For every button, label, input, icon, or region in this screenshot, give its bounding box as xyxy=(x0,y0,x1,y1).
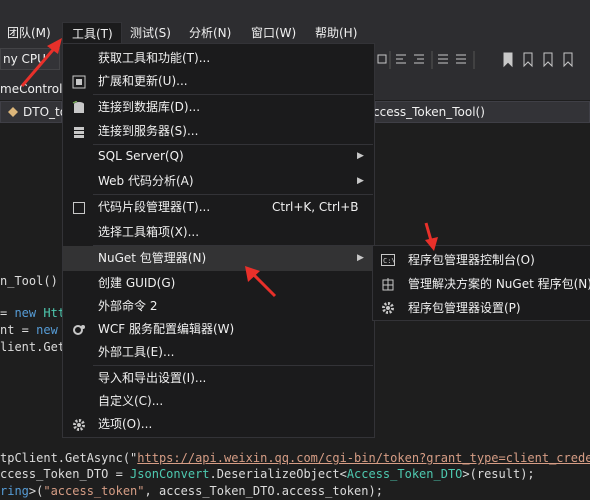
submenu-item-manage-packages[interactable]: 管理解决方案的 NuGet 程序包(N)... xyxy=(373,272,590,296)
bookmark-next-icon xyxy=(543,52,553,68)
tools-menu: 获取工具和功能(T)... 扩展和更新(U)... 连接到数据库(D)... 连… xyxy=(62,43,375,438)
method-dropdown[interactable]: ccess_Token_Tool() xyxy=(373,101,590,123)
svg-text:C:\: C:\ xyxy=(383,257,395,265)
menu-item-external-tools[interactable]: 外部工具(E)... xyxy=(63,340,374,365)
menu-item-nuget[interactable]: NuGet 包管理器(N) ▶ xyxy=(63,246,374,271)
menu-analyze[interactable]: 分析(N) xyxy=(189,22,231,44)
menu-item-options[interactable]: 选项(O)... xyxy=(63,412,374,437)
submenu-item-settings[interactable]: 程序包管理器设置(P) xyxy=(373,296,590,320)
align-right-icon xyxy=(414,54,424,64)
submenu-arrow-icon: ▶ xyxy=(357,151,364,161)
menu-help[interactable]: 帮助(H) xyxy=(315,22,357,44)
method-label: ccess_Token_Tool() xyxy=(373,105,485,119)
database-icon xyxy=(72,101,84,113)
menu-bar: 团队(M) 工具(T) 测试(S) 分析(N) 窗口(W) 帮助(H) xyxy=(0,22,590,44)
submenu-item-console[interactable]: C:\ 程序包管理器控制台(O) xyxy=(373,248,590,272)
submenu-arrow-icon: ▶ xyxy=(357,176,364,186)
server-icon xyxy=(74,127,84,138)
menu-item-import-export[interactable]: 导入和导出设置(I)... xyxy=(63,366,374,391)
bookmark-prev-icon xyxy=(523,52,533,68)
menu-item-wcf-editor[interactable]: WCF 服务配置编辑器(W) xyxy=(63,317,374,342)
comment-icon xyxy=(438,54,448,64)
platform-value: ny CPU xyxy=(3,52,46,66)
menu-item-get-tools[interactable]: 获取工具和功能(T)... xyxy=(63,46,374,71)
menu-item-connect-database[interactable]: 连接到数据库(D)... xyxy=(63,95,374,120)
file-tab[interactable]: meControll xyxy=(0,82,66,96)
align-left-icon xyxy=(396,54,406,64)
member-label: DTO_to xyxy=(23,105,68,119)
console-icon: C:\ xyxy=(381,254,395,266)
menu-window[interactable]: 窗口(W) xyxy=(251,22,296,44)
menu-item-web-analysis[interactable]: Web 代码分析(A) ▶ xyxy=(63,169,374,194)
nuget-submenu: C:\ 程序包管理器控制台(O) 管理解决方案的 NuGet 程序包(N)...… xyxy=(372,245,590,321)
code-line: lient.Get xyxy=(0,340,66,354)
code-line: = new Htt xyxy=(0,306,66,320)
title-strip xyxy=(0,0,590,22)
menu-item-customize[interactable]: 自定义(C)... xyxy=(63,389,374,414)
menu-item-external-command[interactable]: 外部命令 2 xyxy=(63,294,374,319)
bookmark-icon xyxy=(503,52,513,68)
menu-item-toolbox[interactable]: 选择工具箱项(X)... xyxy=(63,220,374,245)
code-line: ccess_Token_DTO = JsonConvert.Deserializ… xyxy=(0,467,535,481)
menu-item-sql-server[interactable]: SQL Server(Q) ▶ xyxy=(63,144,374,169)
menu-item-extensions[interactable]: 扩展和更新(U)... xyxy=(63,69,374,94)
toolbar-icon xyxy=(377,54,387,64)
menu-team[interactable]: 团队(M) xyxy=(7,22,51,44)
gear-icon xyxy=(382,302,394,314)
menu-test[interactable]: 测试(S) xyxy=(130,22,171,44)
submenu-arrow-icon: ▶ xyxy=(357,253,364,263)
menu-item-snippets[interactable]: 代码片段管理器(T)... Ctrl+K, Ctrl+B xyxy=(63,195,374,220)
code-line: n_Tool() xyxy=(0,274,58,288)
member-dropdown[interactable]: DTO_to xyxy=(0,101,67,123)
uncomment-icon xyxy=(456,54,466,64)
code-line: ring>("access_token", access_Token_DTO.a… xyxy=(0,484,383,498)
gear-icon xyxy=(73,419,85,431)
menu-tools[interactable]: 工具(T) xyxy=(62,22,122,44)
package-icon xyxy=(382,278,394,291)
class-icon xyxy=(8,107,18,117)
platform-combo[interactable]: ny CPU xyxy=(0,48,60,70)
menu-item-connect-server[interactable]: 连接到服务器(S)... xyxy=(63,119,374,144)
gears-icon xyxy=(73,325,85,335)
extensions-icon xyxy=(72,75,86,89)
toolbar-icons xyxy=(377,51,573,69)
menu-item-create-guid[interactable]: 创建 GUID(G) xyxy=(63,271,374,296)
bookmark-folder-icon xyxy=(563,52,573,68)
checkbox-icon xyxy=(73,202,85,214)
